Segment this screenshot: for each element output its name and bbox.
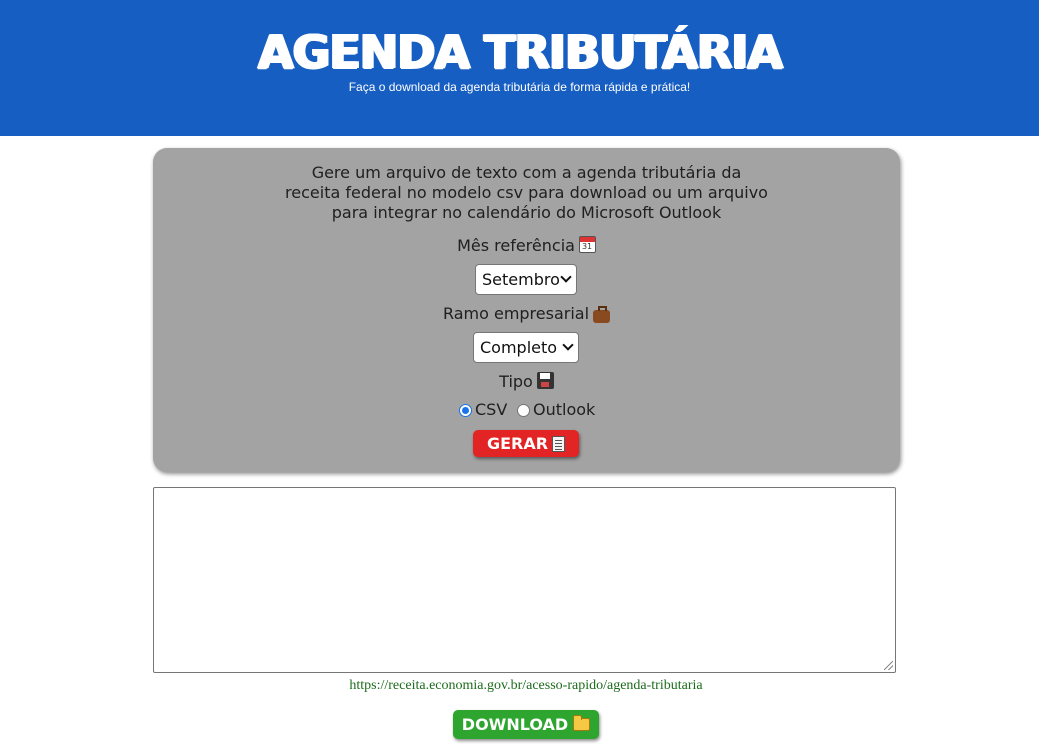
- radio-outlook-label[interactable]: Outlook: [533, 400, 595, 420]
- generate-button[interactable]: GERAR: [473, 430, 579, 457]
- radio-csv[interactable]: [459, 404, 472, 417]
- header-banner: AGENDA TRIBUTÁRIA Faça o download da age…: [0, 0, 1039, 136]
- download-button-label: DOWNLOAD: [461, 715, 569, 734]
- page-title: AGENDA TRIBUTÁRIA: [257, 25, 783, 79]
- page-subtitle: Faça o download da agenda tributária de …: [348, 80, 691, 94]
- radio-outlook[interactable]: [517, 404, 530, 417]
- month-select[interactable]: Setembro: [475, 264, 577, 295]
- download-button[interactable]: DOWNLOAD: [453, 710, 599, 739]
- radio-csv-label[interactable]: CSV: [475, 400, 507, 420]
- resize-handle-icon[interactable]: [884, 661, 893, 670]
- floppy-disk-icon: [536, 372, 554, 389]
- form-description: Gere um arquivo de texto com a agenda tr…: [285, 163, 768, 222]
- output-textarea[interactable]: [153, 487, 896, 673]
- branch-label-row: Ramo empresarial: [153, 304, 900, 324]
- type-label: Tipo: [499, 372, 533, 391]
- type-label-row: Tipo: [153, 372, 900, 392]
- calendar-icon: [578, 236, 596, 253]
- branch-select[interactable]: Completo: [473, 332, 579, 363]
- chevron-down-icon: [560, 271, 572, 283]
- document-icon: [552, 436, 566, 452]
- month-select-value: Setembro: [482, 270, 560, 289]
- chevron-down-icon: [562, 339, 574, 351]
- briefcase-icon: [593, 306, 611, 323]
- branch-select-value: Completo: [480, 338, 558, 357]
- branch-label: Ramo empresarial: [442, 304, 590, 323]
- source-link[interactable]: https://receita.economia.gov.br/acesso-r…: [0, 678, 1039, 694]
- month-label-row: Mês referência: [153, 236, 900, 256]
- generate-button-label: GERAR: [486, 434, 549, 453]
- month-label: Mês referência: [457, 236, 575, 255]
- form-panel: Gere um arquivo de texto com a agenda tr…: [153, 148, 900, 472]
- type-radio-group: CSV Outlook: [153, 400, 900, 420]
- folder-icon: [573, 715, 591, 731]
